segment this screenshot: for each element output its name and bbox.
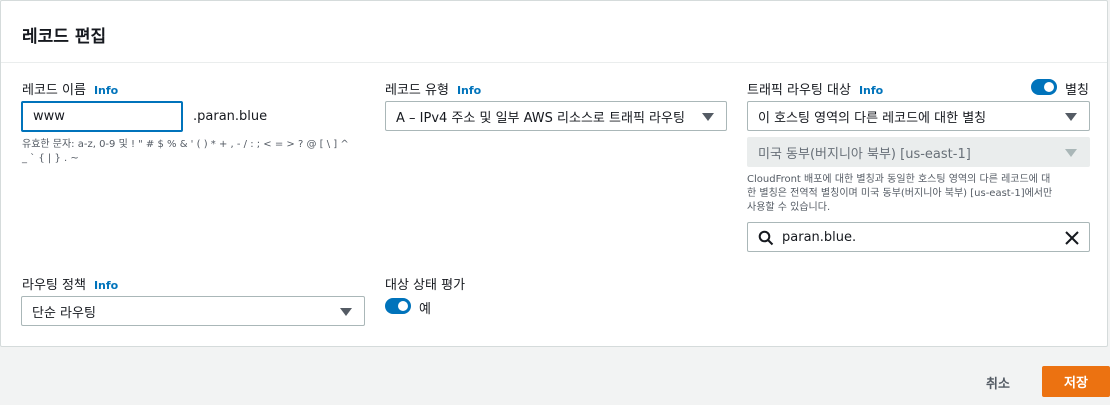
- traffic-target-label-text: 트래픽 라우팅 대상: [747, 83, 851, 98]
- record-type-label: 레코드 유형 Info: [385, 79, 481, 98]
- caret-down-icon: [702, 113, 714, 121]
- endpoint-value: 이 호스팅 영역의 다른 레코드에 대한 별칭: [758, 110, 987, 126]
- routing-policy-info-link[interactable]: Info: [94, 279, 118, 292]
- caret-down-icon: [340, 308, 352, 316]
- panel-header: 레코드 편집: [1, 1, 1107, 63]
- routing-policy-label: 라우팅 정책 Info: [22, 274, 118, 293]
- region-note: CloudFront 배포에 대한 별칭과 동일한 호스팅 영역의 다른 레코드…: [747, 173, 1092, 215]
- record-name-hint-line1: 유효한 문자: a-z, 0-9 및 ! " # $ % & ' ( ) * +…: [22, 139, 349, 150]
- routing-policy-label-text: 라우팅 정책: [22, 278, 86, 293]
- alias-toggle-label: 별칭: [1065, 83, 1089, 98]
- health-toggle-label: 예: [419, 302, 431, 317]
- routing-policy-value: 단순 라우팅: [32, 305, 96, 321]
- region-note-line3: 사용할 수 있습니다.: [747, 202, 831, 213]
- save-button[interactable]: 저장: [1042, 366, 1110, 397]
- cancel-button[interactable]: 취소: [986, 373, 1010, 392]
- alias-toggle[interactable]: [1031, 79, 1057, 95]
- endpoint-select[interactable]: 이 호스팅 영역의 다른 레코드에 대한 별칭: [747, 101, 1090, 131]
- traffic-target-label: 트래픽 라우팅 대상 Info: [747, 79, 883, 98]
- record-search-input[interactable]: paran.blue.: [747, 222, 1090, 252]
- health-label: 대상 상태 평가: [385, 278, 466, 293]
- record-name-label-text: 레코드 이름: [22, 83, 86, 98]
- close-icon[interactable]: [1064, 230, 1080, 246]
- caret-down-icon: [1065, 149, 1077, 157]
- record-name-value: www: [33, 109, 65, 124]
- record-type-info-link[interactable]: Info: [457, 84, 481, 97]
- traffic-target-info-link[interactable]: Info: [859, 84, 883, 97]
- page-title: 레코드 편집: [22, 27, 107, 47]
- region-select: 미국 동부(버지니아 북부) [us-east-1]: [747, 137, 1090, 167]
- record-name-label: 레코드 이름 Info: [22, 79, 118, 98]
- routing-policy-select[interactable]: 단순 라우팅: [21, 296, 365, 326]
- record-name-hint: 유효한 문자: a-z, 0-9 및 ! " # $ % & ' ( ) * +…: [22, 138, 362, 166]
- search-icon: [758, 230, 774, 246]
- record-name-input[interactable]: www: [21, 101, 183, 132]
- record-type-label-text: 레코드 유형: [385, 83, 449, 98]
- record-type-select[interactable]: A – IPv4 주소 및 일부 AWS 리소스로 트래픽 라우팅: [385, 101, 727, 131]
- caret-down-icon: [1065, 113, 1077, 121]
- region-value: 미국 동부(버지니아 북부) [us-east-1]: [758, 146, 971, 162]
- record-search-value: paran.blue.: [782, 229, 857, 245]
- edit-record-panel: 레코드 편집 레코드 이름 Info www .paran.blue 유효한 문자…: [0, 0, 1108, 347]
- region-note-line1: CloudFront 배포에 대한 별칭과 동일한 호스팅 영역의 다른 레코드…: [747, 174, 1051, 185]
- domain-suffix: .paran.blue: [193, 109, 268, 124]
- record-type-value: A – IPv4 주소 및 일부 AWS 리소스로 트래픽 라우팅: [396, 110, 685, 126]
- record-name-hint-line2: _ ` { | } . ~: [22, 153, 79, 164]
- health-toggle[interactable]: [385, 298, 411, 314]
- record-name-info-link[interactable]: Info: [94, 84, 118, 97]
- region-note-line2: 한 별칭은 전역적 별칭이며 미국 동부(버지니아 북부) [us-east-1…: [747, 188, 1053, 199]
